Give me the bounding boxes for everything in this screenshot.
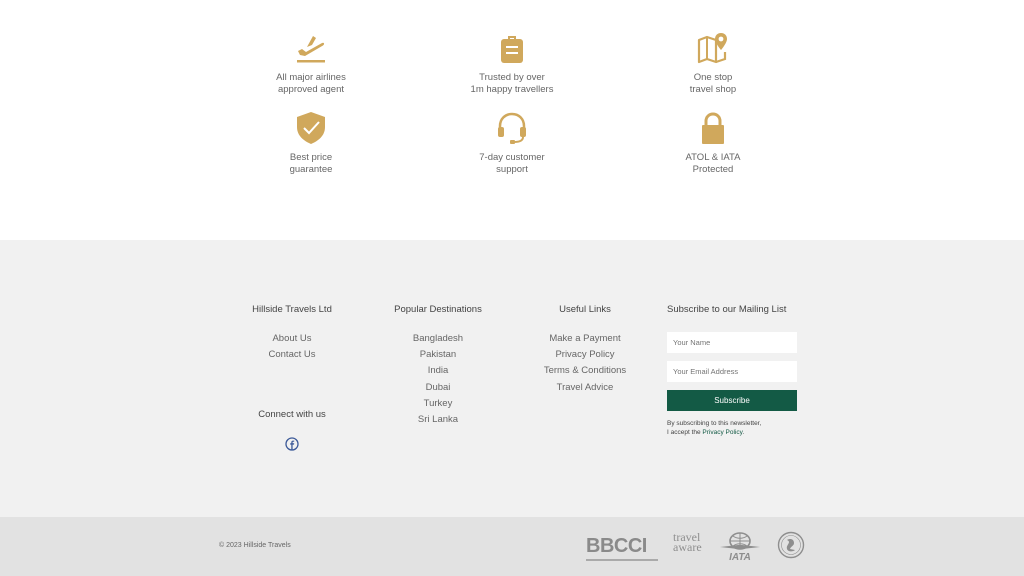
shield-check-icon <box>297 112 325 144</box>
feature-airlines: All major airlines approved agent <box>241 30 381 96</box>
features-section: All major airlines approved agent Trusted… <box>0 0 1024 240</box>
abta-seal-logo <box>777 531 805 559</box>
luggage-icon <box>501 36 523 63</box>
iata-logo: IATA <box>720 532 760 561</box>
email-input[interactable] <box>667 361 797 382</box>
bbcci-logo: BBCCI <box>586 535 658 561</box>
facebook-icon[interactable] <box>285 437 299 451</box>
footer-destinations-column: Popular Destinations Bangladesh Pakistan… <box>378 304 498 428</box>
subscribe-title: Subscribe to our Mailing List <box>667 304 787 315</box>
destination-link[interactable]: India <box>378 363 498 379</box>
destination-link[interactable]: Turkey <box>378 396 498 412</box>
feature-onestop: One stop travel shop <box>643 30 783 96</box>
connect-heading: Connect with us <box>258 409 326 420</box>
destination-link[interactable]: Dubai <box>378 380 498 396</box>
destination-link[interactable]: Pakistan <box>378 347 498 363</box>
privacy-policy-link[interactable]: Privacy Policy <box>702 429 742 436</box>
footer-link-payment[interactable]: Make a Payment <box>525 331 645 347</box>
destination-link[interactable]: Bangladesh <box>378 331 498 347</box>
travel-aware-logo: travel aware ​ <box>673 530 702 554</box>
headset-icon <box>498 112 526 144</box>
footer: Hillside Travels Ltd About Us Contact Us… <box>0 240 1024 517</box>
bottom-bar: © 2023 Hillside Travels BBCCI travel awa… <box>0 517 1024 576</box>
feature-bestprice: Best price guarantee <box>241 110 381 176</box>
footer-useful-column: Useful Links Make a Payment Privacy Poli… <box>525 304 645 396</box>
plane-takeoff-icon <box>297 36 325 63</box>
footer-company-column: Hillside Travels Ltd About Us Contact Us <box>232 304 352 363</box>
name-input[interactable] <box>667 332 797 353</box>
svg-text:IATA: IATA <box>729 552 751 561</box>
footer-link-contact[interactable]: Contact Us <box>232 347 352 363</box>
feature-trusted: Trusted by over 1m happy travellers <box>442 30 582 96</box>
padlock-icon <box>702 112 724 144</box>
destination-link[interactable]: Sri Lanka <box>378 412 498 428</box>
footer-company-title: Hillside Travels Ltd <box>252 304 332 315</box>
subscribe-note: By subscribing to this newsletter, I acc… <box>667 420 762 436</box>
subscribe-form: Subscribe to our Mailing List Subscribe … <box>667 304 797 437</box>
feature-atol: ATOL & IATA Protected <box>643 110 783 176</box>
footer-useful-title: Useful Links <box>559 304 611 315</box>
footer-link-privacy[interactable]: Privacy Policy <box>525 347 645 363</box>
subscribe-button[interactable]: Subscribe <box>667 390 797 411</box>
feature-support: 7-day customer support <box>442 110 582 176</box>
copyright-text: © 2023 Hillside Travels <box>219 542 291 549</box>
map-pin-icon <box>697 33 727 64</box>
footer-link-advice[interactable]: Travel Advice <box>525 380 645 396</box>
footer-link-terms[interactable]: Terms & Conditions <box>525 363 645 379</box>
footer-destinations-title: Popular Destinations <box>394 304 482 315</box>
footer-link-about[interactable]: About Us <box>232 331 352 347</box>
